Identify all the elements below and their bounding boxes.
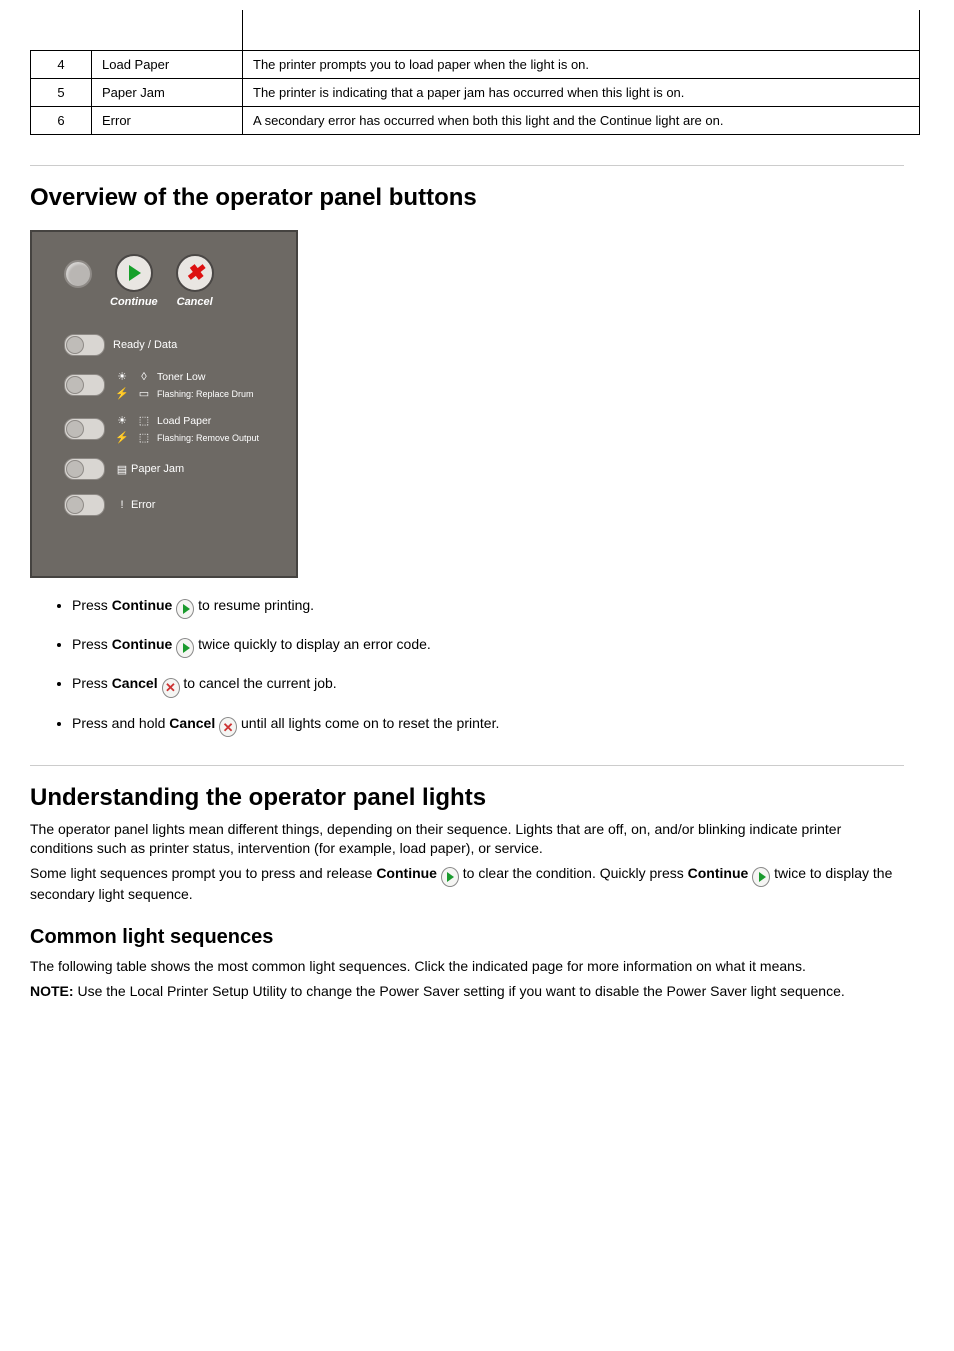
cancel-icon: ✕ (162, 678, 180, 696)
list-item: Press and hold Cancel ✕ until all lights… (72, 714, 914, 736)
note-label: NOTE: (30, 983, 77, 999)
tray-icon: ⬚ (135, 414, 153, 427)
cell-blank (243, 10, 920, 51)
para-bold: Continue (376, 865, 437, 881)
cell-desc: The printer prompts you to load paper wh… (243, 51, 920, 79)
continue-icon (176, 638, 194, 656)
flash-icon: ⚡ (113, 387, 131, 400)
section-para: Some light sequences prompt you to press… (30, 864, 904, 904)
panel-load-paper-label: Load Paper (157, 415, 211, 427)
li-text-bold: Continue (112, 597, 173, 613)
para-text: to clear the condition. Quickly press (463, 865, 688, 881)
cancel-icon: ✕ (219, 717, 237, 735)
cell-name: Error (92, 107, 243, 135)
continue-icon (441, 867, 459, 885)
panel-ready-label: Ready / Data (113, 339, 177, 351)
cell-blank (31, 10, 92, 51)
button-instructions-list: Press Continue to resume printing. Press… (72, 596, 914, 735)
cell-number: 5 (31, 79, 92, 107)
led-pill-icon (64, 418, 105, 440)
output-icon: ⬚ (135, 431, 153, 444)
led-indicator-icon (64, 260, 92, 288)
li-text-bold: Continue (112, 636, 173, 652)
error-icon: ! (113, 499, 131, 511)
li-text-pre: Press (72, 636, 112, 652)
list-item: Press Cancel ✕ to cancel the current job… (72, 674, 914, 696)
drop-icon: ◊ (135, 371, 153, 383)
panel-cancel-label: Cancel (177, 296, 213, 308)
li-text-post: to cancel the current job. (183, 675, 336, 691)
list-item: Press Continue twice quickly to display … (72, 635, 914, 656)
li-text-post: until all lights come on to reset the pr… (241, 715, 499, 731)
sun-icon: ☀ (113, 370, 131, 383)
led-pill-icon (64, 334, 105, 356)
panel-paper-jam-label: Paper Jam (131, 463, 184, 475)
flash-icon: ⚡ (113, 431, 131, 444)
table-row: 6 Error A secondary error has occurred w… (31, 107, 920, 135)
paper-jam-icon: ▤ (113, 463, 131, 476)
table-row: 5 Paper Jam The printer is indicating th… (31, 79, 920, 107)
subsection-heading: Common light sequences (30, 926, 914, 949)
note-para: NOTE: Use the Local Printer Setup Utilit… (30, 982, 904, 1001)
panel-replace-drum-label: Flashing: Replace Drum (157, 389, 254, 399)
panel-remove-output-label: Flashing: Remove Output (157, 433, 259, 443)
cell-desc: The printer is indicating that a paper j… (243, 79, 920, 107)
li-text-pre: Press (72, 597, 112, 613)
led-pill-icon (64, 494, 105, 516)
play-icon (129, 265, 141, 281)
led-pill-icon (64, 374, 105, 396)
sun-icon: ☀ (113, 414, 131, 427)
cell-desc: A secondary error has occurred when both… (243, 107, 920, 135)
panel-cancel-button: ✖ Cancel (176, 254, 214, 308)
divider (30, 165, 904, 166)
led-pill-icon (64, 458, 105, 480)
panel-continue-button: Continue (110, 254, 158, 308)
table-row: 4 Load Paper The printer prompts you to … (31, 51, 920, 79)
list-item: Press Continue to resume printing. (72, 596, 914, 617)
para-bold: Continue (688, 865, 749, 881)
note-text: Use the Local Printer Setup Utility to c… (77, 983, 844, 999)
section-para: The operator panel lights mean different… (30, 820, 904, 858)
cell-name: Paper Jam (92, 79, 243, 107)
li-text-post: twice quickly to display an error code. (198, 636, 431, 652)
li-text-bold: Cancel (169, 715, 215, 731)
li-text-post: to resume printing. (198, 597, 314, 613)
x-icon: ✖ (185, 262, 203, 284)
subsection-caption: The following table shows the most commo… (30, 957, 904, 976)
panel-toner-low-label: Toner Low (157, 371, 205, 383)
cell-name: Load Paper (92, 51, 243, 79)
panel-continue-label: Continue (110, 296, 158, 308)
operator-panel-illustration: Continue ✖ Cancel Ready / Data ☀ ◊ Toner L… (30, 230, 298, 578)
section-heading-buttons: Overview of the operator panel buttons (30, 184, 914, 212)
cell-number: 4 (31, 51, 92, 79)
continue-icon (752, 867, 770, 885)
cell-blank (92, 10, 243, 51)
drum-icon: ▭ (135, 387, 153, 400)
li-text-pre: Press (72, 675, 112, 691)
para-text: Some light sequences prompt you to press… (30, 865, 376, 881)
panel-error-label: Error (131, 499, 155, 511)
continue-icon (176, 599, 194, 617)
li-text-pre: Press and hold (72, 715, 169, 731)
light-definitions-table: 4 Load Paper The printer prompts you to … (30, 10, 920, 135)
divider (30, 765, 904, 766)
cell-number: 6 (31, 107, 92, 135)
section-heading-lights: Understanding the operator panel lights (30, 784, 914, 812)
li-text-bold: Cancel (112, 675, 158, 691)
